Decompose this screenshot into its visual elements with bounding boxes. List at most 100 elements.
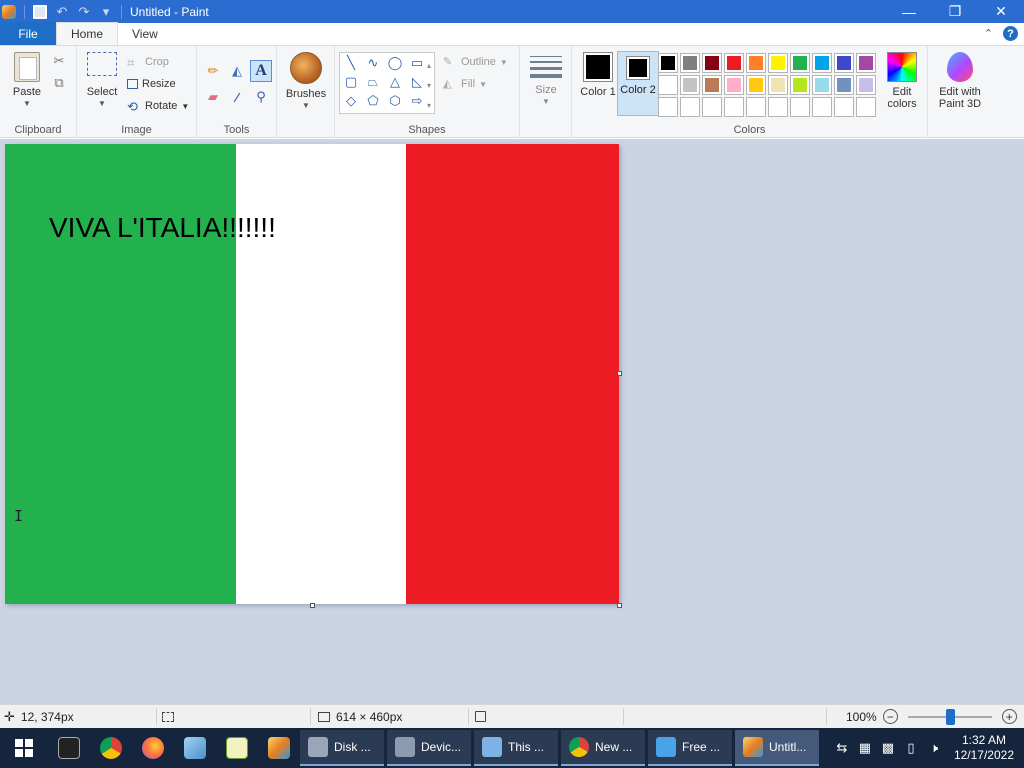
palette-swatch[interactable] [790,75,810,95]
palette-swatch[interactable] [680,75,700,95]
taskbar-clock[interactable]: 1:32 AM 12/17/2022 [954,733,1014,763]
rotate-dropdown-icon[interactable]: ▼ [181,102,189,111]
text-tool-icon[interactable]: A [250,60,272,82]
palette-swatch[interactable] [702,75,722,95]
palette-swatch[interactable] [834,75,854,95]
shape-tool-icon[interactable]: ╲ [342,55,360,71]
network-icon[interactable]: ▦ [858,741,872,755]
palette-swatch[interactable] [658,75,678,95]
size-dropdown-icon[interactable]: ▼ [526,96,566,108]
volume-muted-icon[interactable]: 🕨 [927,741,941,755]
palette-swatch[interactable] [856,75,876,95]
taskbar-app-button[interactable]: Untitl... [735,730,819,766]
pinned-paint[interactable] [258,728,300,768]
shape-tool-icon[interactable]: △ [386,74,404,90]
pencil-icon[interactable]: ✏ [204,62,222,80]
collapse-ribbon-icon[interactable]: ⌃ [984,27,993,40]
taskbar-app-button[interactable]: New ... [561,730,645,766]
shapes-scroll[interactable]: ▴ ▾ ▾ [427,56,431,116]
shape-tool-icon[interactable]: ◯ [386,55,404,71]
pinned-chrome[interactable] [90,728,132,768]
maximize-button[interactable]: ❐ [932,0,978,23]
help-icon[interactable]: ? [1003,26,1018,41]
tab-view[interactable]: View [118,22,172,45]
pinned-notes[interactable] [174,728,216,768]
resize-handle-right[interactable] [617,371,622,376]
shape-tool-icon[interactable]: ⏢ [364,74,382,90]
palette-swatch[interactable] [834,53,854,73]
customize-qat-icon[interactable]: ▾ [99,4,113,19]
resize-handle-corner[interactable] [617,603,622,608]
rotate-button[interactable]: ⟲ Rotate ▼ [127,97,189,115]
select-button[interactable]: Select ▼ [85,52,119,110]
palette-swatch[interactable] [812,75,832,95]
palette-swatch[interactable] [790,97,810,117]
zoom-in-icon[interactable]: + [1001,709,1017,724]
shape-tool-icon[interactable]: ◺ [408,74,426,90]
shape-tool-icon[interactable]: ⬠ [364,93,382,109]
paste-button[interactable]: Paste ▼ [8,52,46,110]
palette-swatch[interactable] [746,97,766,117]
fill-button[interactable]: ◭ Fill ▼ [443,75,487,93]
flag-stripe-red[interactable] [406,144,619,604]
minimize-button[interactable]: — [886,0,932,23]
select-dropdown-icon[interactable]: ▼ [85,98,119,110]
tab-file[interactable]: File [0,22,56,45]
edit-colors-button[interactable]: Edit colors [880,52,924,110]
shape-tool-icon[interactable]: ⇨ [408,93,426,109]
usb-icon[interactable]: ▯ [904,741,918,755]
palette-swatch[interactable] [746,53,766,73]
zoom-slider[interactable] [907,708,992,725]
taskbar-app-button[interactable]: Disk ... [300,730,384,766]
paint-app-icon[interactable] [2,4,16,19]
network-share-icon[interactable]: ⇆ [835,741,849,755]
redo-icon[interactable]: ↷ [77,4,91,19]
fill-bucket-icon[interactable]: ◭ [228,62,246,80]
palette-swatch[interactable] [724,75,744,95]
palette-swatch[interactable] [702,97,722,117]
brushes-button[interactable]: Brushes ▼ [283,52,329,112]
shape-tool-icon[interactable]: ▢ [342,74,360,90]
outline-button[interactable]: ✎ Outline ▼ [443,53,508,71]
canvas-workspace[interactable]: VIVA L'ITALIA!!!!!!! I [0,139,1024,704]
fill-dropdown-icon[interactable]: ▼ [479,80,487,89]
crop-button[interactable]: ⌗ Crop [127,53,169,71]
start-button[interactable] [0,728,48,768]
taskbar-app-button[interactable]: This ... [474,730,558,766]
palette-swatch[interactable] [856,97,876,117]
shape-tool-icon[interactable]: ▭ [408,55,426,71]
copy-icon[interactable]: ⧉ [50,74,68,92]
palette-swatch[interactable] [812,53,832,73]
color-settings-icon[interactable]: ▩ [881,741,895,755]
palette-swatch[interactable] [834,97,854,117]
brushes-dropdown-icon[interactable]: ▼ [283,100,329,112]
cut-icon[interactable]: ✂ [50,52,68,70]
palette-swatch[interactable] [790,53,810,73]
undo-icon[interactable]: ↶ [55,4,69,19]
taskbar-app-button[interactable]: Free ... [648,730,732,766]
resize-button[interactable]: Resize [127,75,176,93]
palette-swatch[interactable] [856,53,876,73]
tab-home[interactable]: Home [56,22,119,45]
palette-swatch[interactable] [768,53,788,73]
pinned-firefox[interactable] [132,728,174,768]
resize-handle-bottom[interactable] [310,603,315,608]
palette-swatch[interactable] [680,97,700,117]
color1-button[interactable]: Color 1 [580,52,616,98]
size-button[interactable]: Size ▼ [526,52,566,108]
palette-swatch[interactable] [702,53,722,73]
color-picker-icon[interactable]: ⁄ [228,88,246,106]
color2-button[interactable]: Color 2 [617,51,659,116]
palette-swatch[interactable] [768,75,788,95]
palette-swatch[interactable] [680,53,700,73]
palette-swatch[interactable] [746,75,766,95]
zoom-out-icon[interactable]: − [882,709,898,724]
outline-dropdown-icon[interactable]: ▼ [500,58,508,67]
palette-swatch[interactable] [658,53,678,73]
palette-swatch[interactable] [724,53,744,73]
save-icon[interactable] [33,4,47,19]
drawing-canvas[interactable]: VIVA L'ITALIA!!!!!!! [5,144,619,604]
edit-with-paint3d-button[interactable]: Edit with Paint 3D [932,52,988,110]
shape-tool-icon[interactable]: ∿ [364,55,382,71]
pinned-spreadsheet[interactable] [216,728,258,768]
